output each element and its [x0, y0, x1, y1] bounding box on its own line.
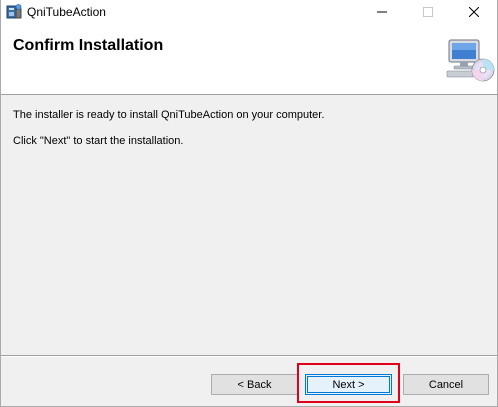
page-title: Confirm Installation	[13, 37, 164, 54]
maximize-button[interactable]	[405, 0, 451, 24]
close-icon	[469, 7, 479, 17]
ready-message: The installer is ready to install QniTub…	[13, 109, 325, 121]
title-bar: QniTubeAction	[1, 0, 497, 24]
close-button[interactable]	[451, 0, 497, 24]
cancel-button[interactable]: Cancel	[403, 374, 489, 395]
minimize-button[interactable]	[359, 0, 405, 24]
computer-disc-icon	[446, 39, 495, 82]
minimize-icon	[377, 11, 387, 13]
installer-app-icon	[6, 4, 22, 19]
window-title: QniTubeAction	[27, 5, 106, 19]
header-banner: Confirm Installation	[1, 24, 497, 95]
next-button-highlight	[297, 363, 400, 403]
instruction-message: Click "Next" to start the installation.	[13, 135, 184, 147]
back-button[interactable]: < Back	[211, 374, 298, 395]
footer-divider-highlight	[1, 356, 497, 357]
maximize-icon	[423, 7, 433, 17]
installer-window: QniTubeAction Confirm Installation The i…	[0, 0, 498, 407]
